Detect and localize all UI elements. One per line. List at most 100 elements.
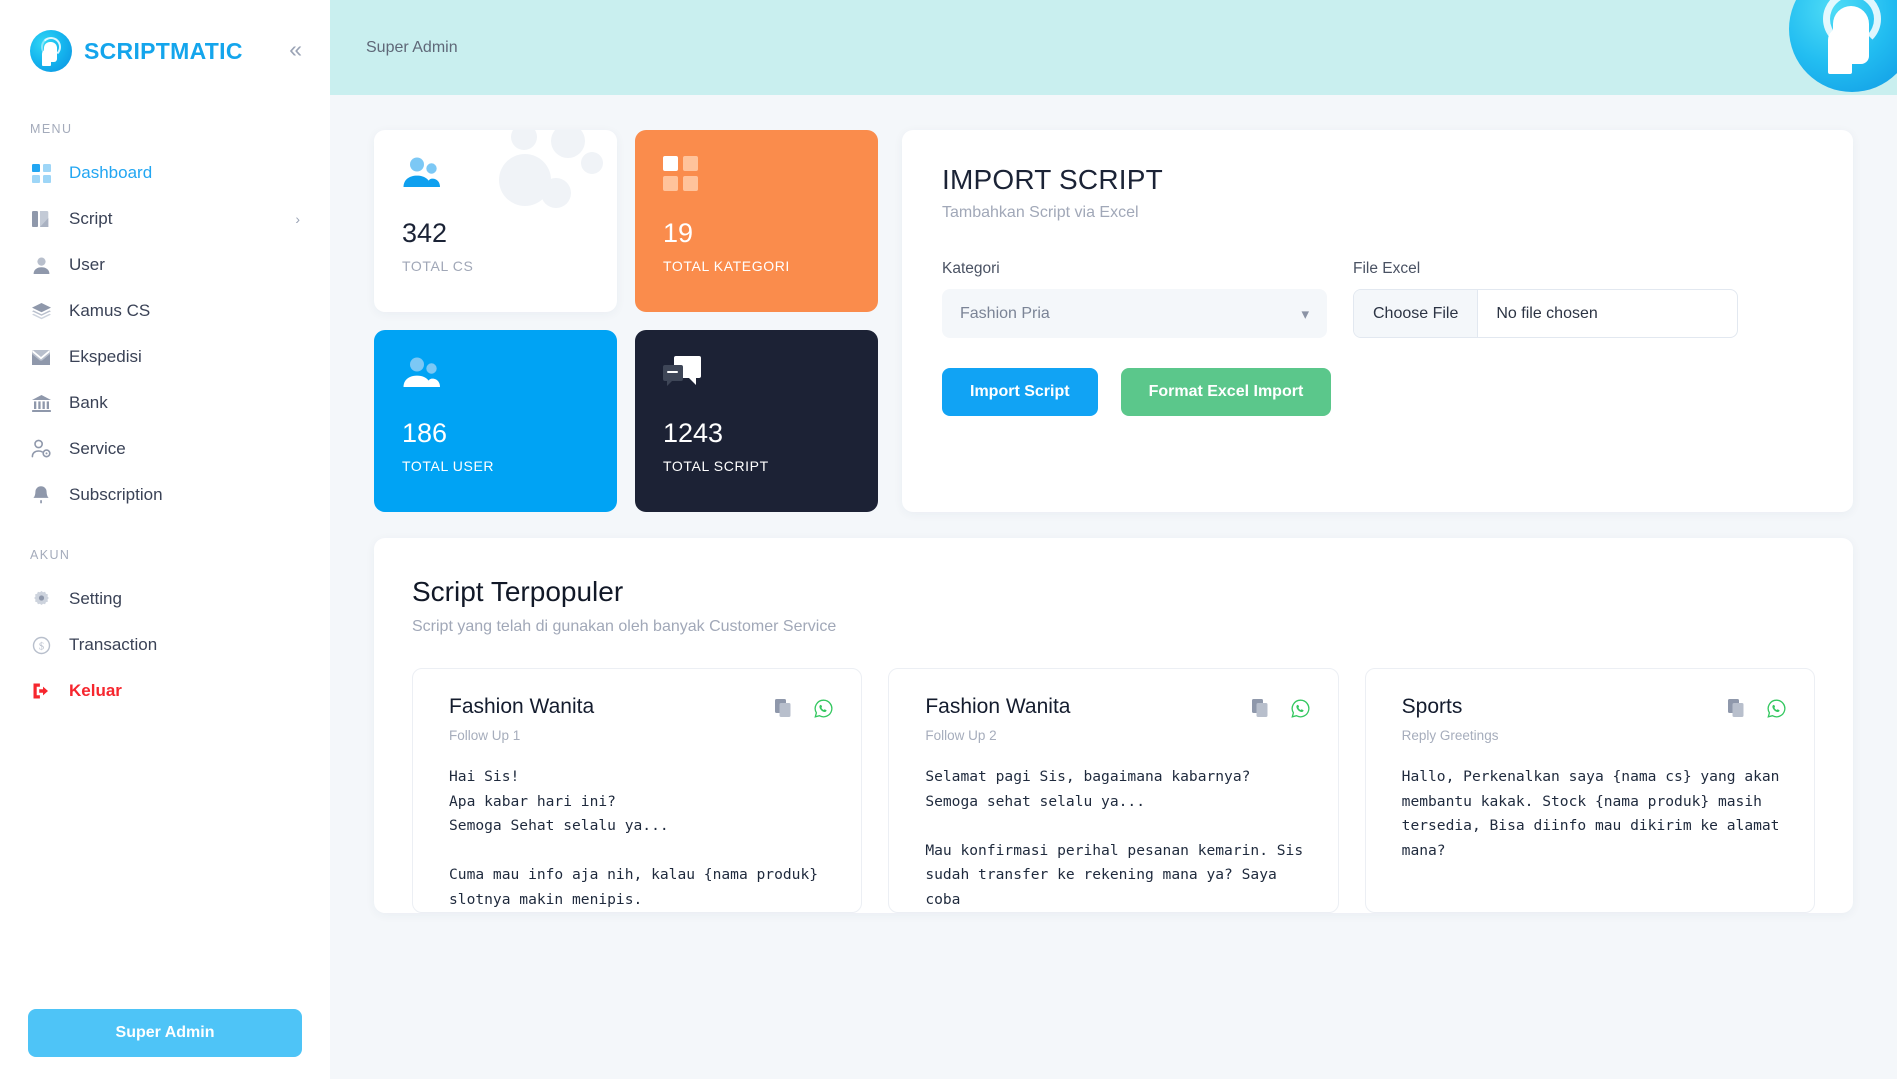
user-icon (30, 254, 52, 276)
sidebar-item-label: Setting (69, 589, 122, 608)
sidebar-item-transaction[interactable]: $ Transaction (0, 622, 330, 668)
dashboard-content: 342 TOTAL CS 19 TOTAL KATEGORI 186 TOTAL… (330, 95, 1897, 913)
sidebar-item-label: Script (69, 209, 113, 228)
sidebar-item-subscription[interactable]: Subscription (0, 472, 330, 518)
sidebar-item-setting[interactable]: Setting (0, 576, 330, 622)
script-card[interactable]: Fashion Wanita Follow Up 1 Hai Sis! Apa … (412, 668, 863, 913)
stat-caption: TOTAL USER (402, 458, 495, 474)
script-card-body: Hallo, Perkenalkan saya {nama cs} yang a… (1401, 768, 1789, 859)
script-card-title: Fashion Wanita (925, 695, 1071, 718)
popular-subtitle: Script yang telah di gunakan oleh banyak… (412, 618, 837, 635)
script-card-header: Fashion Wanita Follow Up 2 (925, 695, 1310, 743)
sidebar-item-label: Keluar (69, 681, 122, 700)
script-card[interactable]: Fashion Wanita Follow Up 2 Selamat pagi … (888, 668, 1339, 913)
sidebar-item-label: Transaction (69, 635, 158, 654)
brand: SCRIPTMATIC « (0, 0, 330, 80)
sidebar-item-dashboard[interactable]: Dashboard (0, 150, 330, 196)
layers-icon (30, 300, 52, 322)
script-card-body: Selamat pagi Sis, bagaimana kabarnya? Se… (925, 768, 1304, 908)
import-script-panel: IMPORT SCRIPT Tambahkan Script via Excel… (902, 130, 1853, 512)
sidebar-account-heading: AKUN (30, 548, 71, 562)
whatsapp-icon[interactable] (1767, 699, 1786, 718)
bubble-decoration (489, 130, 617, 238)
stat-card-total-user: 186 TOTAL USER (374, 330, 617, 512)
script-card-category: Follow Up 2 (925, 728, 997, 743)
script-card-category: Reply Greetings (1401, 728, 1499, 743)
panel-title: IMPORT SCRIPT (942, 164, 1163, 195)
script-card-title: Fashion Wanita (449, 695, 595, 718)
popular-scripts-section: Script Terpopuler Script yang telah di g… (374, 538, 1853, 913)
brand-name: SCRIPTMATIC (84, 37, 243, 64)
script-icon (30, 208, 52, 230)
script-card[interactable]: Sports Reply Greetings Hallo, Perkenalka… (1364, 668, 1815, 913)
script-card-actions (775, 695, 833, 718)
super-admin-button[interactable]: Super Admin (28, 1009, 302, 1057)
format-excel-import-button[interactable]: Format Excel Import (1120, 368, 1332, 416)
bank-icon (30, 392, 52, 414)
sidebar-item-kamus-cs[interactable]: Kamus CS (0, 288, 330, 334)
sidebar-footer: Super Admin (0, 1009, 330, 1079)
import-script-button[interactable]: Import Script (942, 368, 1098, 416)
topbar-logo-watermark-icon (1789, 0, 1897, 92)
topbar: Super Admin (330, 0, 1897, 95)
file-excel-field: File Excel Choose File No file chosen (1353, 260, 1738, 338)
import-actions: Import Script Format Excel Import (942, 368, 1813, 416)
sidebar-item-ekspedisi[interactable]: Ekspedisi (0, 334, 330, 380)
sidebar-item-bank[interactable]: Bank (0, 380, 330, 426)
sidebar-item-label: Bank (69, 393, 108, 412)
sidebar-item-label: Kamus CS (69, 301, 151, 320)
sidebar-item-label: Subscription (69, 485, 163, 504)
import-form: Kategori Fashion Pria ▾ File Excel Choos… (942, 260, 1813, 338)
stat-value: 186 (402, 418, 448, 448)
file-excel-label: File Excel (1353, 260, 1421, 277)
sidebar-collapse-icon[interactable]: « (279, 34, 304, 69)
whatsapp-icon[interactable] (1291, 699, 1310, 718)
popular-cards: Fashion Wanita Follow Up 1 Hai Sis! Apa … (412, 668, 1815, 913)
top-row: 342 TOTAL CS 19 TOTAL KATEGORI 186 TOTAL… (374, 130, 1853, 512)
grid-icon (663, 156, 707, 196)
panel-subtitle: Tambahkan Script via Excel (942, 204, 1139, 221)
sidebar-menu-nav: Dashboard Script › User Kamus CS Ekspedi… (0, 150, 330, 518)
choose-file-button[interactable]: Choose File (1354, 290, 1479, 337)
script-card-category: Follow Up 1 (449, 728, 521, 743)
stat-card-total-kategori: 19 TOTAL KATEGORI (635, 130, 878, 312)
sidebar-item-label: Ekspedisi (69, 347, 142, 366)
stat-caption: TOTAL SCRIPT (663, 458, 769, 474)
grid-icon (30, 162, 52, 184)
stat-value: 19 (663, 218, 694, 248)
sidebar-item-label: User (69, 255, 105, 274)
chevron-right-icon: › (295, 211, 300, 227)
sidebar-item-user[interactable]: User (0, 242, 330, 288)
svg-text:$: $ (38, 641, 43, 652)
breadcrumb: Super Admin (366, 38, 458, 56)
sidebar-item-service[interactable]: Service (0, 426, 330, 472)
stat-card-total-cs: 342 TOTAL CS (374, 130, 617, 312)
stat-card-total-script: 1243 TOTAL SCRIPT (635, 330, 878, 512)
sidebar-item-label: Dashboard (69, 163, 153, 182)
users-icon (402, 156, 446, 196)
users-icon (402, 356, 446, 396)
kategori-select[interactable]: Fashion Pria ▾ (942, 289, 1327, 338)
script-card-header: Sports Reply Greetings (1402, 695, 1786, 743)
dollar-circle-icon: $ (30, 634, 52, 656)
whatsapp-icon[interactable] (814, 699, 833, 718)
sidebar: SCRIPTMATIC « MENU Dashboard Script › Us… (0, 0, 330, 1079)
sidebar-item-script[interactable]: Script › (0, 196, 330, 242)
gear-icon (30, 588, 52, 610)
sidebar-account-nav: Setting $ Transaction Keluar (0, 576, 330, 714)
sidebar-item-keluar[interactable]: Keluar (0, 668, 330, 714)
script-card-title: Sports (1401, 695, 1463, 718)
file-input[interactable]: Choose File No file chosen (1353, 289, 1738, 338)
kategori-selected-value: Fashion Pria (960, 304, 1050, 322)
copy-icon[interactable] (1251, 699, 1269, 718)
stat-caption: TOTAL KATEGORI (663, 258, 790, 274)
bell-icon (30, 484, 52, 506)
app-root: SCRIPTMATIC « MENU Dashboard Script › Us… (0, 0, 1897, 1079)
script-card-actions (1727, 695, 1786, 718)
kategori-field: Kategori Fashion Pria ▾ (942, 260, 1327, 338)
copy-icon[interactable] (1727, 699, 1745, 718)
script-card-body: Hai Sis! Apa kabar hari ini? Semoga Seha… (449, 768, 819, 908)
kategori-label: Kategori (942, 260, 1000, 277)
copy-icon[interactable] (775, 699, 792, 718)
stats-grid: 342 TOTAL CS 19 TOTAL KATEGORI 186 TOTAL… (374, 130, 878, 512)
